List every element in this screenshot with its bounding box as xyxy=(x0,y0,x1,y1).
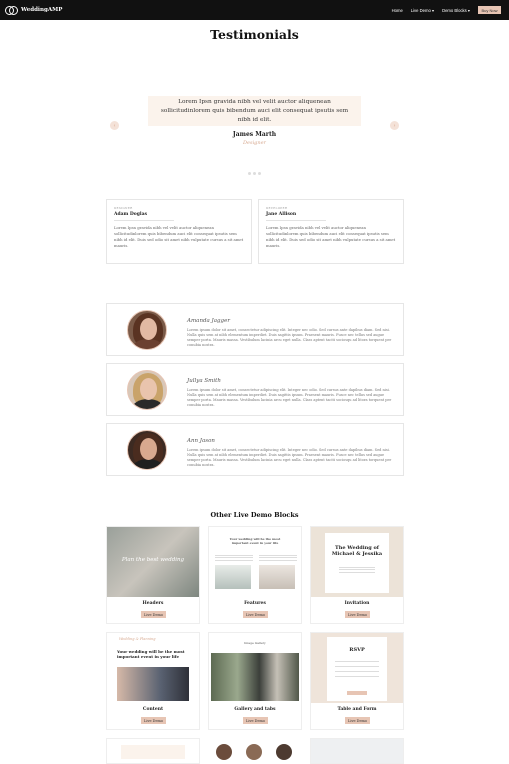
demo-label: Gallery and tabs xyxy=(234,707,276,712)
demo-thumbnail: Plan the best wedding xyxy=(107,527,199,597)
nav-link-live-demo[interactable]: Live Demo ▾ xyxy=(411,8,434,13)
demo-thumbnail: The Wedding of Michael & Jessika xyxy=(311,527,403,597)
slider-dot[interactable] xyxy=(253,172,256,175)
demo-label: Table and Form xyxy=(337,707,377,712)
nav-links: Home Live Demo ▾ Demo Blocks ▾ Buy Now xyxy=(384,6,501,14)
other-demos-title: Other Live Demo Blocks xyxy=(210,511,299,519)
live-demo-button[interactable]: Live Demo xyxy=(345,717,370,724)
demo-thumbnail: RSVP xyxy=(311,633,403,703)
live-demo-button[interactable]: Live Demo xyxy=(243,717,268,724)
thumbnail-caption: The Wedding of Michael & Jessika xyxy=(331,545,383,557)
card-divider xyxy=(266,220,326,221)
demo-thumbnail: Your wedding will be the most important … xyxy=(209,527,301,597)
demo-block-table-form[interactable]: RSVP Table and Form Live Demo xyxy=(310,632,404,730)
thumbnail-caption: RSVP xyxy=(349,647,365,653)
top-navbar: WeddingAMP Home Live Demo ▾ Demo Blocks … xyxy=(0,0,509,20)
demo-block-gallery[interactable]: Image Gallery Gallery and tabs Live Demo xyxy=(208,632,302,730)
demo-label: Headers xyxy=(142,601,164,606)
thumbnail-caption: Plan the best wedding xyxy=(121,557,185,563)
slider-quote-box: Lorem Ipsn gravida nibh vel velit auctor… xyxy=(148,96,361,126)
live-demo-button[interactable]: Live Demo xyxy=(345,611,370,618)
row-text: Lorem ipsum dolor sit amet, consectetur … xyxy=(187,448,392,467)
card-name: Jane Allison xyxy=(266,212,297,217)
thumbnail-tagline: Wedding & Planning xyxy=(119,637,156,641)
nav-link-home[interactable]: Home xyxy=(392,8,403,13)
thumbnail-caption: Your wedding will be the most important … xyxy=(117,649,185,659)
demo-block-partial[interactable] xyxy=(106,738,200,764)
demo-thumbnail: Wedding & Planning Your wedding will be … xyxy=(107,633,199,703)
page-title: Testimonials xyxy=(210,27,299,42)
slider-next-arrow-icon[interactable]: › xyxy=(390,121,399,130)
testimonial-card: DEVELOPER Jane Allison Lorem Ipsn gravid… xyxy=(258,199,404,264)
demo-block-features[interactable]: Your wedding will be the most important … xyxy=(208,526,302,624)
nav-link-demo-blocks[interactable]: Demo Blocks ▾ xyxy=(442,8,470,13)
slider-dot[interactable] xyxy=(258,172,261,175)
card-text: Lorem Ipsn gravida nibh vel velit auctor… xyxy=(114,225,244,248)
row-text: Lorem ipsum dolor sit amet, consectetur … xyxy=(187,388,392,407)
live-demo-button[interactable]: Live Demo xyxy=(141,611,166,618)
testimonial-row: Ann Jason Lorem ipsum dolor sit amet, co… xyxy=(106,423,404,476)
thumbnail-caption: Your wedding will be the most important … xyxy=(229,537,281,545)
demo-thumbnail: Image Gallery xyxy=(209,633,301,703)
slider-quote: Lorem Ipsn gravida nibh vel velit auctor… xyxy=(160,98,349,123)
avatar xyxy=(127,370,167,410)
slider-author-role: Designer xyxy=(243,140,266,146)
row-name: Jullya Smith xyxy=(187,378,221,384)
logo-text: WeddingAMP xyxy=(21,7,63,13)
site-logo[interactable]: WeddingAMP xyxy=(4,3,62,17)
testimonial-row: Amanda Jagger Lorem ipsum dolor sit amet… xyxy=(106,303,404,356)
avatar xyxy=(127,310,167,350)
testimonial-card: DESIGNER Adam Doglas Lorem Ipsn gravida … xyxy=(106,199,252,264)
demo-block-headers[interactable]: Plan the best wedding Headers Live Demo xyxy=(106,526,200,624)
card-role: DEVELOPER xyxy=(266,206,288,210)
demo-block-partial[interactable] xyxy=(208,738,302,764)
demo-label: Features xyxy=(244,601,266,606)
card-role: DESIGNER xyxy=(114,206,133,210)
avatar xyxy=(127,430,167,470)
card-text: Lorem Ipsn gravida nibh vel velit auctor… xyxy=(266,225,396,248)
demo-label: Content xyxy=(142,707,164,712)
live-demo-button[interactable]: Live Demo xyxy=(141,717,166,724)
thumbnail-caption: Image Gallery xyxy=(244,641,266,645)
card-name: Adam Doglas xyxy=(114,212,148,217)
row-text: Lorem ipsum dolor sit amet, consectetur … xyxy=(187,328,392,347)
demo-block-partial[interactable] xyxy=(310,738,404,764)
slider-dot[interactable] xyxy=(248,172,251,175)
slider-author-name: James Marth xyxy=(232,131,277,138)
demo-block-content[interactable]: Wedding & Planning Your wedding will be … xyxy=(106,632,200,730)
row-name: Amanda Jagger xyxy=(187,318,230,324)
buy-now-button[interactable]: Buy Now xyxy=(478,6,501,14)
testimonial-row: Jullya Smith Lorem ipsum dolor sit amet,… xyxy=(106,363,404,416)
slider-prev-arrow-icon[interactable]: ‹ xyxy=(110,121,119,130)
live-demo-button[interactable]: Live Demo xyxy=(243,611,268,618)
demo-label: Invitation xyxy=(344,601,370,606)
card-divider xyxy=(114,220,174,221)
demo-block-invitation[interactable]: The Wedding of Michael & Jessika Invitat… xyxy=(310,526,404,624)
rings-icon xyxy=(4,3,18,17)
slider-dots xyxy=(248,172,263,175)
row-name: Ann Jason xyxy=(187,438,215,444)
